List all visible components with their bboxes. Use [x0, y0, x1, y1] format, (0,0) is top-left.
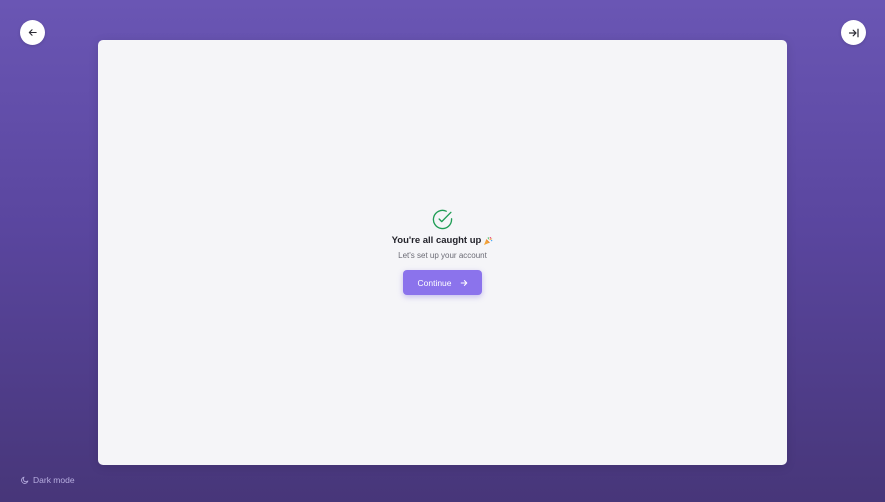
heading-text: You're all caught up [391, 235, 482, 246]
check-circle-icon [432, 209, 453, 230]
dark-mode-label: Dark mode [33, 475, 75, 485]
moon-icon [21, 476, 29, 484]
continue-button[interactable]: Continue [403, 270, 482, 295]
completion-panel: You're all caught up Let's set up your a… [98, 209, 787, 295]
arrow-right-to-line-icon [848, 28, 859, 37]
party-popper-icon [484, 236, 493, 245]
onboarding-card: You're all caught up Let's set up your a… [98, 40, 787, 465]
skip-button[interactable] [841, 20, 866, 45]
back-button[interactable] [20, 20, 45, 45]
continue-label: Continue [417, 277, 452, 288]
arrow-right-icon [460, 279, 467, 286]
arrow-left-icon [28, 29, 37, 36]
dark-mode-toggle[interactable]: Dark mode [21, 475, 75, 485]
page-title: You're all caught up [392, 235, 494, 246]
subtitle: Let's set up your account [398, 251, 487, 260]
